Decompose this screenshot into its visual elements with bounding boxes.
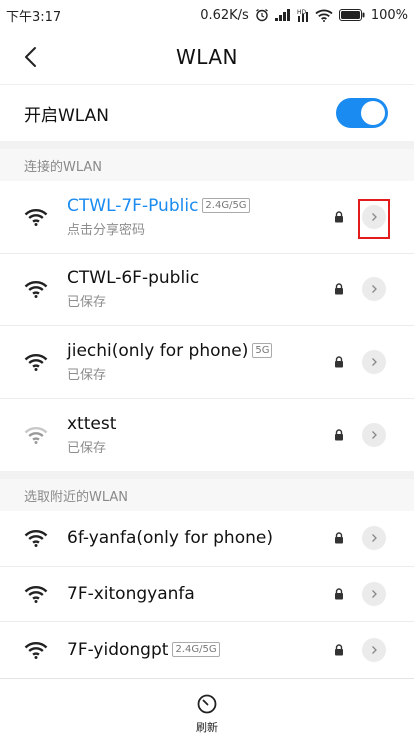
ssid-line: 7F-yidongpt 2.4G/5G	[67, 640, 334, 660]
ssid-line: CTWL-6F-public	[67, 268, 334, 288]
battery-icon	[338, 9, 365, 21]
wifi-item-saved[interactable]: xttest 已保存	[0, 399, 414, 472]
band-badge: 5G	[252, 343, 273, 359]
wifi-item-nearby[interactable]: 7F-xitongyanfa	[0, 567, 414, 622]
network-speed: 0.62K/s	[200, 7, 249, 23]
toggle-knob	[361, 101, 385, 125]
ssid-line: xttest	[67, 414, 334, 434]
wlan-toggle-label: 开启WLAN	[24, 105, 110, 126]
back-button[interactable]	[16, 42, 46, 72]
lock-icon	[335, 211, 343, 223]
lock-icon	[335, 588, 343, 600]
wifi-text-group: 7F-yidongpt 2.4G/5G	[67, 640, 334, 660]
lock-icon	[335, 429, 343, 441]
bottom-action-bar: 刷新	[0, 678, 414, 748]
chevron-right-icon	[372, 430, 377, 439]
wifi-text-group: CTWL-6F-public 已保存	[67, 268, 334, 310]
chevron-right-icon	[372, 645, 377, 654]
wifi-detail-button[interactable]	[362, 277, 386, 302]
refresh-label: 刷新	[196, 720, 218, 734]
wifi-ssid: 7F-yidongpt	[67, 639, 169, 660]
ssid-line: jiechi(only for phone) 5G	[67, 341, 334, 361]
wifi-text-group: CTWL-7F-Public 2.4G/5G 点击分享密码	[67, 196, 334, 238]
signal-icon	[274, 9, 291, 21]
alarm-icon	[255, 8, 269, 22]
ssid-line: 7F-xitongyanfa	[67, 584, 334, 604]
battery-percent: 100%	[370, 7, 408, 23]
page-title: WLAN	[175, 45, 239, 69]
wifi-item-saved[interactable]: CTWL-6F-public 已保存	[0, 254, 414, 326]
chevron-right-icon	[372, 589, 377, 598]
wifi-item-nearby[interactable]: 6f-yanfa(only for phone)	[0, 511, 414, 567]
ssid-line: CTWL-7F-Public 2.4G/5G	[67, 196, 334, 216]
wifi-ssid: CTWL-6F-public	[67, 268, 200, 289]
refresh-icon	[197, 694, 217, 713]
back-arrow-icon	[25, 47, 36, 67]
lock-icon	[335, 356, 343, 368]
wifi-ssid: xttest	[67, 413, 117, 434]
refresh-button[interactable]: 刷新	[196, 693, 218, 735]
svg-text:HD: HD	[297, 9, 307, 16]
wifi-ssid: 6f-yanfa(only for phone)	[67, 528, 273, 549]
lock-icon	[335, 532, 343, 544]
wifi-item-nearby[interactable]: 7F-yidongpt 2.4G/5G	[0, 622, 414, 678]
wifi-text-group: 6f-yanfa(only for phone)	[67, 528, 334, 548]
wlan-toggle-switch[interactable]	[336, 98, 388, 128]
wifi-subtitle[interactable]: 点击分享密码	[67, 219, 334, 238]
wifi-detail-button[interactable]	[362, 526, 386, 551]
page-header: WLAN	[0, 30, 414, 84]
ssid-line: 6f-yanfa(only for phone)	[67, 528, 334, 548]
wifi-status-icon	[315, 9, 333, 22]
status-right-group: 0.62K/s HD 100%	[200, 8, 408, 23]
wifi-signal-strong-icon	[24, 583, 52, 605]
section-gap	[0, 141, 414, 149]
wifi-signal-strong-icon	[24, 206, 52, 228]
wifi-subtitle: 已保存	[67, 295, 107, 311]
wifi-ssid: 7F-xitongyanfa	[67, 583, 195, 604]
wifi-subtitle: 已保存	[67, 440, 107, 456]
wifi-signal-strong-icon	[24, 351, 52, 373]
band-badge: 2.4G/5G	[202, 198, 250, 214]
status-time: 下午3:17	[6, 9, 62, 25]
wifi-ssid: jiechi(only for phone)	[67, 340, 249, 361]
wifi-text-group: 7F-xitongyanfa	[67, 584, 334, 604]
chevron-right-icon	[372, 357, 377, 366]
wifi-detail-button[interactable]	[362, 637, 386, 662]
hd-icon: HD	[297, 8, 309, 22]
wifi-signal-weak-icon	[24, 424, 52, 446]
wifi-signal-strong-icon	[24, 278, 52, 300]
wifi-detail-button[interactable]	[362, 349, 386, 374]
wifi-item-saved[interactable]: jiechi(only for phone) 5G 已保存	[0, 326, 414, 399]
highlight-box	[358, 199, 390, 239]
section-gap	[0, 471, 414, 479]
status-bar: 下午3:17 0.62K/s HD 100%	[0, 0, 414, 30]
connected-section-header: 连接的WLAN	[0, 149, 414, 181]
chevron-right-icon	[372, 534, 377, 543]
chevron-right-icon	[372, 285, 377, 294]
wifi-signal-strong-icon	[24, 527, 52, 549]
wifi-signal-strong-icon	[24, 639, 52, 661]
wifi-subtitle: 已保存	[67, 367, 107, 383]
nearby-section-header: 选取附近的WLAN	[0, 479, 414, 511]
wifi-detail-button[interactable]	[362, 422, 386, 447]
wifi-detail-button[interactable]	[362, 581, 386, 606]
lock-icon	[335, 283, 343, 295]
band-badge: 2.4G/5G	[172, 642, 220, 658]
wifi-ssid: CTWL-7F-Public	[67, 195, 199, 216]
wifi-text-group: xttest 已保存	[67, 414, 334, 456]
wifi-item-connected[interactable]: CTWL-7F-Public 2.4G/5G 点击分享密码	[0, 181, 414, 254]
wlan-toggle-row[interactable]: 开启WLAN	[0, 84, 414, 141]
wifi-text-group: jiechi(only for phone) 5G 已保存	[67, 341, 334, 383]
lock-icon	[335, 644, 343, 656]
